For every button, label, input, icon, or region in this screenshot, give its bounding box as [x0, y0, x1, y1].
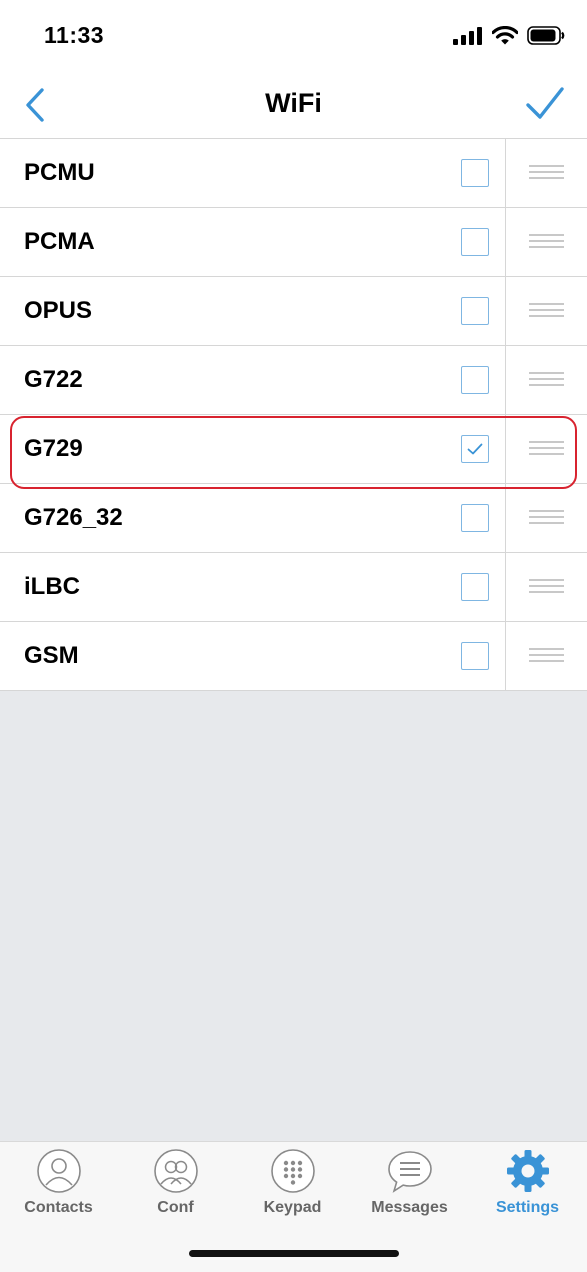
status-icons — [453, 26, 565, 45]
codec-checkbox-checked[interactable] — [461, 435, 489, 463]
codec-list: PCMU PCMA OPUS G722 G729 G726_32 iLBC GS… — [0, 139, 587, 691]
codec-row-g726-32: G726_32 — [0, 484, 587, 553]
row-divider — [505, 484, 506, 552]
conference-icon — [153, 1149, 198, 1193]
tab-keypad[interactable]: Keypad — [234, 1148, 351, 1228]
contacts-icon — [36, 1149, 81, 1193]
row-divider — [505, 415, 506, 483]
row-divider — [505, 346, 506, 414]
tab-label: Contacts — [24, 1199, 93, 1216]
row-divider — [505, 622, 506, 690]
status-time: 11:33 — [44, 22, 105, 48]
tab-label: Settings — [495, 1199, 560, 1216]
codec-checkbox[interactable] — [461, 504, 489, 532]
codec-checkbox[interactable] — [461, 159, 489, 187]
checkmark-icon — [467, 443, 483, 455]
drag-handle-icon[interactable] — [529, 579, 564, 595]
row-divider — [505, 208, 506, 276]
cellular-signal-icon — [453, 26, 482, 45]
drag-handle-icon[interactable] — [529, 165, 564, 181]
codec-checkbox[interactable] — [461, 642, 489, 670]
tab-conf[interactable]: Conf — [117, 1148, 234, 1228]
row-divider — [505, 139, 506, 207]
codec-row-gsm: GSM — [0, 622, 587, 691]
codec-name: iLBC — [24, 573, 80, 600]
codec-checkbox[interactable] — [461, 366, 489, 394]
tab-messages[interactable]: Messages — [351, 1148, 468, 1228]
drag-handle-icon[interactable] — [529, 510, 564, 526]
tab-contacts[interactable]: Contacts — [0, 1148, 117, 1228]
home-indicator — [189, 1250, 399, 1257]
nav-bar: WiFi — [0, 72, 587, 139]
codec-name: G726_32 — [24, 504, 123, 531]
gear-icon — [506, 1150, 549, 1192]
codec-row-ilbc: iLBC — [0, 553, 587, 622]
codec-checkbox[interactable] — [461, 228, 489, 256]
drag-handle-icon[interactable] — [529, 441, 564, 457]
codec-name: GSM — [24, 642, 79, 669]
row-divider — [505, 553, 506, 621]
checkmark-icon — [526, 87, 564, 119]
tab-label: Keypad — [263, 1199, 322, 1216]
done-button[interactable] — [523, 82, 567, 126]
tab-label: Conf — [157, 1199, 194, 1216]
codec-row-pcma: PCMA — [0, 208, 587, 277]
drag-handle-icon[interactable] — [529, 372, 564, 388]
codec-row-opus: OPUS — [0, 277, 587, 346]
page-title: WiFi — [265, 88, 322, 118]
codec-row-g722: G722 — [0, 346, 587, 415]
wifi-icon — [492, 26, 518, 45]
keypad-icon — [270, 1149, 315, 1193]
codec-name: PCMU — [24, 159, 95, 186]
codec-name: G729 — [24, 435, 83, 462]
row-divider — [505, 277, 506, 345]
codec-row-g729: G729 — [0, 415, 587, 484]
status-bar: 11:33 — [0, 0, 587, 72]
drag-handle-icon[interactable] — [529, 234, 564, 250]
codec-checkbox[interactable] — [461, 573, 489, 601]
tab-label: Messages — [371, 1199, 448, 1216]
codec-name: OPUS — [24, 297, 93, 324]
messages-icon — [387, 1151, 432, 1193]
codec-name: G722 — [24, 366, 83, 393]
drag-handle-icon[interactable] — [529, 648, 564, 664]
codec-checkbox[interactable] — [461, 297, 489, 325]
codec-row-pcmu: PCMU — [0, 139, 587, 208]
tab-settings[interactable]: Settings — [469, 1148, 586, 1228]
battery-icon — [527, 26, 565, 45]
drag-handle-icon[interactable] — [529, 303, 564, 319]
codec-name: PCMA — [24, 228, 95, 255]
